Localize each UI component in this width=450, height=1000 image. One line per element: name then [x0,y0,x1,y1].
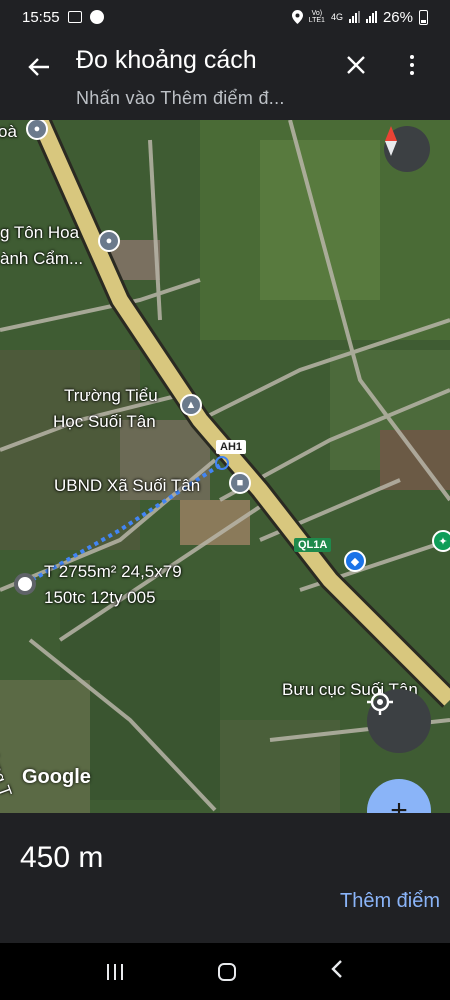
road-shield-ah1: AH1 [216,440,247,454]
signal-icon-2 [365,11,377,23]
map-label-school-line2: Học Suối Tân [53,412,156,431]
map-label-hoa: oà [0,122,17,141]
more-options-button[interactable] [400,51,424,79]
volte-bottom: LTE1 [308,17,325,24]
recents-button[interactable] [107,963,124,980]
compass-icon [385,126,397,156]
school-icon[interactable]: ▲ [180,394,202,416]
store-icon[interactable]: ✦ [432,530,450,552]
measurement-panel: 450 m Thêm điểm [0,813,450,943]
compass-button[interactable] [384,126,430,172]
add-point-button[interactable]: Thêm điểm [340,890,440,913]
status-time: 15:55 [22,8,60,26]
crosshair-icon [367,689,393,715]
system-nav-bar [0,943,450,1000]
volte-indicator: Vo) LTE1 [309,10,325,24]
close-button[interactable] [342,51,370,79]
volte-top: Vo) [311,10,323,17]
map-label-ubnd: UBND Xã Suối Tân [54,476,201,495]
battery-icon [419,9,428,25]
road-shield-ql1a: QL1A [294,538,332,552]
gallery-icon [67,11,82,23]
messenger-icon [89,10,104,24]
map-label-school-line1: Trường Tiểu [64,386,158,405]
data-type: 4G [330,11,343,22]
status-bar: 15:55 Vo) LTE1 4G 26% [0,0,450,34]
arrow-back-icon [28,58,49,76]
map-label-canh-cam: ành Cẩm... [0,249,84,268]
my-location-button[interactable] [367,689,431,753]
google-logo: Google [22,766,91,788]
map-label-plot-line2: 150tc 12ty 005 [44,588,156,607]
battery-percent: 26% [382,8,413,26]
back-nav-button[interactable] [330,959,343,985]
government-icon[interactable]: ■ [229,472,251,494]
back-button[interactable] [24,52,54,82]
close-icon [347,56,365,74]
measure-start-point[interactable] [14,573,36,595]
chevron-left-icon [330,959,342,978]
page-title: Đo khoảng cách [76,46,257,74]
place-pin-icon[interactable]: ● [98,230,120,252]
satellite-map[interactable]: ● oà g Tôn Hoa ành Cẩm... ● Trường Tiểu … [0,120,450,813]
total-distance: 450 m [20,841,104,874]
map-label-ton-hoa: g Tôn Hoa [0,223,80,242]
location-icon [291,10,303,24]
plus-icon: + [390,794,408,813]
map-label-plot-line1: T 2755m² 24,5x79 [44,562,182,581]
signal-icon [348,11,360,23]
shopping-icon[interactable]: ◆ [344,550,366,572]
page-subtitle: Nhấn vào Thêm điểm đ... [76,88,285,108]
app-header: Đo khoảng cách Nhấn vào Thêm điểm đ... [0,34,450,120]
home-button[interactable] [217,962,236,981]
